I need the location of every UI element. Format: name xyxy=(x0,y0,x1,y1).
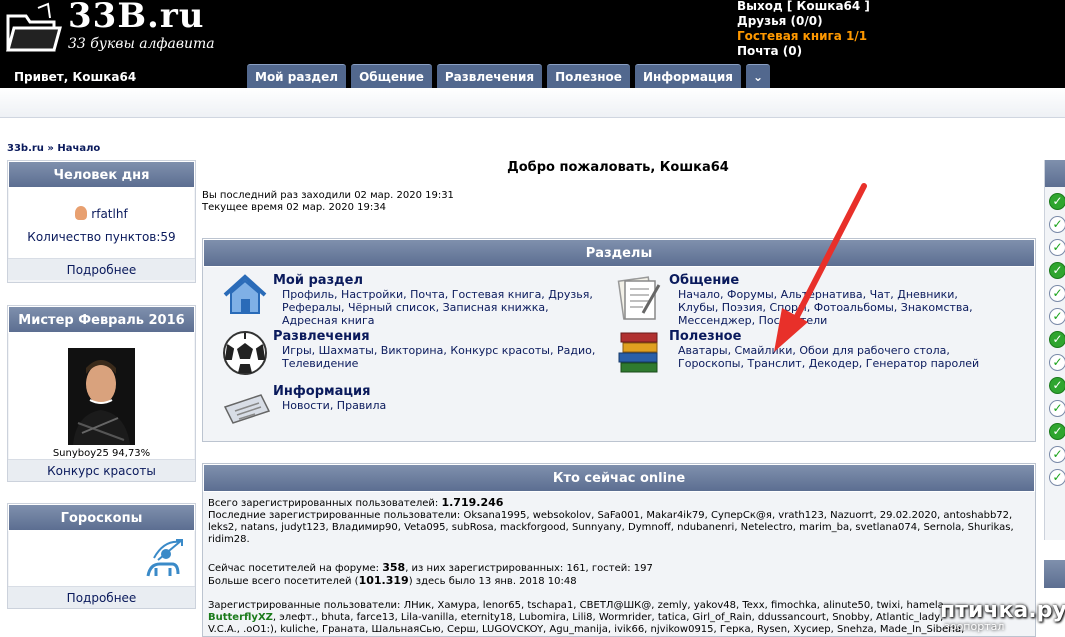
person-of-day-title: Человек дня xyxy=(8,161,195,188)
home-icon[interactable] xyxy=(221,273,269,317)
registered-online-list[interactable]: ЛНик, Хамура, lenor65, tschapa1, СВЕТЛ@Ш… xyxy=(404,600,947,611)
sub-header-bar xyxy=(0,88,1065,118)
site-logo-subtitle: 33 буквы алфавита xyxy=(68,36,215,52)
check-icon[interactable]: ✓ xyxy=(1049,216,1065,233)
beauty-contest-link[interactable]: Конкурс красоты xyxy=(8,459,195,481)
section-entertainment-title[interactable]: Развлечения xyxy=(273,329,603,344)
welcome-heading: Добро пожаловать, Кошка64 xyxy=(507,160,729,175)
check-icon[interactable]: ✓ xyxy=(1049,308,1065,325)
max-visitors-value: 101.319 xyxy=(358,574,409,587)
online-now-value: 358 xyxy=(382,561,406,574)
online-title: Кто сейчас online xyxy=(203,464,1035,492)
person-of-day-box: Человек дня rfatlhf Количество пунктов:5… xyxy=(7,160,196,283)
last-visit-text: Вы последний раз заходили 02 мар. 2020 1… xyxy=(202,190,454,201)
registered-online-label: Зарегистрированные пользователи: xyxy=(208,600,401,611)
check-icon[interactable]: ✓ xyxy=(1049,262,1065,279)
visit-info: Вы последний раз заходили 02 мар. 2020 1… xyxy=(202,190,454,214)
site-header: 33B.ru 33 буквы алфавита Привет, Кошка64… xyxy=(0,0,1065,88)
section-information: Информация Новости, Правила xyxy=(273,384,603,412)
check-icon[interactable]: ✓ xyxy=(1049,285,1065,302)
logout-link[interactable]: Выход [ Кошка64 ] xyxy=(737,0,870,14)
online-now-detail: , из них зарегистрированных: 161, гостей… xyxy=(405,563,653,574)
friends-link[interactable]: Друзья (0/0) xyxy=(737,14,870,29)
sections-box: Разделы Мой раздел Профиль, Настройки, П… xyxy=(202,238,1036,442)
check-icon[interactable]: ✓ xyxy=(1049,193,1065,210)
nav-tab-my-section[interactable]: Мой раздел xyxy=(247,64,347,88)
current-time-text: Текущее время 02 мар. 2020 19:34 xyxy=(202,202,386,213)
horoscope-more-link[interactable]: Подробнее xyxy=(8,586,195,608)
guestbook-link[interactable]: Гостевая книга 1/1 xyxy=(737,29,870,44)
check-icon[interactable]: ✓ xyxy=(1049,469,1065,486)
right-sidebar-header xyxy=(1045,160,1065,187)
max-visitors-prefix: Больше всего посетителей ( xyxy=(208,576,359,587)
section-entertainment-links[interactable]: Игры, Шахматы, Викторина, Конкурс красот… xyxy=(282,344,603,370)
mister-box: Мистер Февраль 2016 Sunyboy25 94,73% Кон… xyxy=(7,305,196,482)
check-icon[interactable]: ✓ xyxy=(1049,446,1065,463)
person-of-day-more-link[interactable]: Подробнее xyxy=(8,258,195,280)
breadcrumb-site[interactable]: 33b.ru xyxy=(7,143,44,154)
nav-tab-information[interactable]: Информация xyxy=(634,64,741,88)
check-icon[interactable]: ✓ xyxy=(1049,400,1065,417)
registered-online-list-2[interactable]: , элефт., bhuta, farce13, Lila-vanilla, … xyxy=(273,612,943,623)
section-information-title[interactable]: Информация xyxy=(273,384,603,399)
person-of-day-points: Количество пунктов:59 xyxy=(27,230,176,244)
right-sidebar: ✓ ✓ ✓ ✓ ✓ ✓ ✓ ✓ ✓ ✓ ✓ ✓ ✓ xyxy=(1044,160,1065,540)
mail-link[interactable]: Почта (0) xyxy=(737,44,870,59)
max-visitors-detail: ) здесь было 13 янв. 2018 10:48 xyxy=(408,576,577,587)
total-users-value: 1.719.246 xyxy=(441,496,504,509)
check-icon[interactable]: ✓ xyxy=(1049,239,1065,256)
check-icon[interactable]: ✓ xyxy=(1049,377,1065,394)
sagittarius-icon[interactable] xyxy=(140,536,188,584)
newspaper-icon[interactable] xyxy=(221,389,273,425)
user-links: Выход [ Кошка64 ] Друзья (0/0) Гостевая … xyxy=(737,0,870,59)
watermark-subtext: зоопортал xyxy=(944,620,1005,633)
horoscope-title: Гороскопы xyxy=(8,504,195,531)
nav-tab-entertainment[interactable]: Развлечения xyxy=(436,64,543,88)
books-icon[interactable] xyxy=(615,329,663,377)
red-arrow-annotation xyxy=(774,183,867,352)
nav-tab-useful[interactable]: Полезное xyxy=(547,64,630,88)
greeting-text: Привет, Кошка64 xyxy=(14,70,137,84)
documents-icon[interactable] xyxy=(613,273,663,323)
total-users-label: Всего зарегистрированных пользователей: xyxy=(208,498,439,509)
mister-photo[interactable] xyxy=(68,348,135,445)
breadcrumb: 33b.ru » Начало xyxy=(7,143,100,154)
breadcrumb-current[interactable]: Начало xyxy=(57,143,100,154)
nav-tab-communication[interactable]: Общение xyxy=(351,64,432,88)
registered-online-list-3[interactable]: V.C.A., .oO1:), kuliche, Граната, Шальна… xyxy=(208,624,1030,636)
right-sidebar-header-2 xyxy=(1044,560,1065,588)
check-icon[interactable]: ✓ xyxy=(1049,354,1065,371)
main-nav: Мой раздел Общение Развлечения Полезное … xyxy=(247,64,770,88)
nav-more-button[interactable]: ⌄ xyxy=(745,64,770,88)
site-logo-title[interactable]: 33B.ru xyxy=(68,0,205,36)
last-users-label: Последние зарегистрированные пользовател… xyxy=(208,510,461,521)
mister-title: Мистер Февраль 2016 xyxy=(8,306,195,333)
section-my-links[interactable]: Профиль, Настройки, Почта, Гостевая книг… xyxy=(282,288,603,327)
online-stats: Всего зарегистрированных пользователей: … xyxy=(203,492,1035,636)
section-my: Мой раздел Профиль, Настройки, Почта, Го… xyxy=(273,273,603,327)
section-entertainment: Развлечения Игры, Шахматы, Викторина, Ко… xyxy=(273,329,603,370)
chevron-down-icon: ⌄ xyxy=(752,70,763,84)
online-now-label: Сейчас посетителей на форуме: xyxy=(208,563,380,574)
horoscope-box: Гороскопы Подробнее xyxy=(7,503,196,609)
online-box: Кто сейчас online Всего зарегистрированн… xyxy=(202,463,1036,637)
soccer-ball-icon[interactable] xyxy=(221,329,269,377)
user-avatar-icon xyxy=(75,206,88,220)
section-my-title[interactable]: Мой раздел xyxy=(273,273,603,288)
folder-logo-icon[interactable] xyxy=(4,2,64,56)
section-information-links[interactable]: Новости, Правила xyxy=(282,399,603,412)
check-icon[interactable]: ✓ xyxy=(1049,331,1065,348)
check-icon[interactable]: ✓ xyxy=(1049,423,1065,440)
highlighted-user[interactable]: ButterflyXZ xyxy=(208,612,273,623)
breadcrumb-separator: » xyxy=(47,143,54,154)
sections-title: Разделы xyxy=(203,239,1035,267)
person-of-day-user[interactable]: rfatlhf xyxy=(91,207,127,221)
